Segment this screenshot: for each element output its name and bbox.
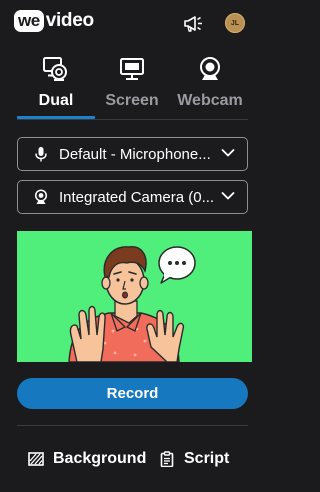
avatar-initials: JL: [230, 19, 240, 27]
speech-bubble: [158, 246, 196, 284]
script-button[interactable]: Script: [159, 448, 229, 470]
megaphone-icon[interactable]: [183, 15, 203, 33]
tabs-divider: [17, 119, 248, 120]
camera-select-value: Integrated Camera (0...: [59, 189, 215, 206]
tab-webcam[interactable]: Webcam: [172, 52, 248, 118]
tab-screen[interactable]: Screen: [101, 52, 163, 118]
chevron-down-icon: [221, 149, 235, 157]
tab-dual-label: Dual: [38, 92, 74, 109]
background-pattern-icon: [28, 452, 44, 466]
wevideo-logo: we video: [14, 8, 94, 34]
microphone-select[interactable]: Default - Microphone...: [17, 137, 248, 171]
camera-select[interactable]: Integrated Camera (0...: [17, 180, 248, 214]
dual-record-icon: [43, 57, 67, 81]
camera-preview: [17, 231, 252, 362]
chevron-down-icon: [221, 192, 235, 200]
active-tab-indicator: [17, 116, 95, 119]
record-mode-tabs: Dual Screen Webcam: [0, 52, 265, 120]
camera-icon: [34, 189, 48, 204]
person-illustration: [68, 246, 196, 362]
clipboard-icon: [160, 451, 174, 467]
script-label: Script: [184, 450, 230, 467]
microphone-select-value: Default - Microphone...: [59, 146, 211, 163]
record-button[interactable]: Record: [17, 378, 248, 409]
logo-we: we: [14, 10, 44, 32]
recorder-panel: we video JL Dual Screen Webcam Default -…: [0, 0, 265, 492]
tab-dual[interactable]: Dual: [17, 52, 95, 118]
logo-video: video: [45, 10, 94, 31]
background-label: Background: [53, 450, 147, 467]
tab-webcam-label: Webcam: [177, 92, 243, 109]
header: we video JL: [0, 0, 265, 48]
monitor-icon: [120, 58, 144, 80]
tab-screen-label: Screen: [105, 92, 159, 109]
footer-divider: [17, 425, 248, 426]
webcam-icon: [200, 57, 220, 80]
avatar[interactable]: JL: [225, 13, 245, 33]
microphone-icon: [35, 147, 47, 162]
background-button[interactable]: Background: [28, 448, 146, 470]
